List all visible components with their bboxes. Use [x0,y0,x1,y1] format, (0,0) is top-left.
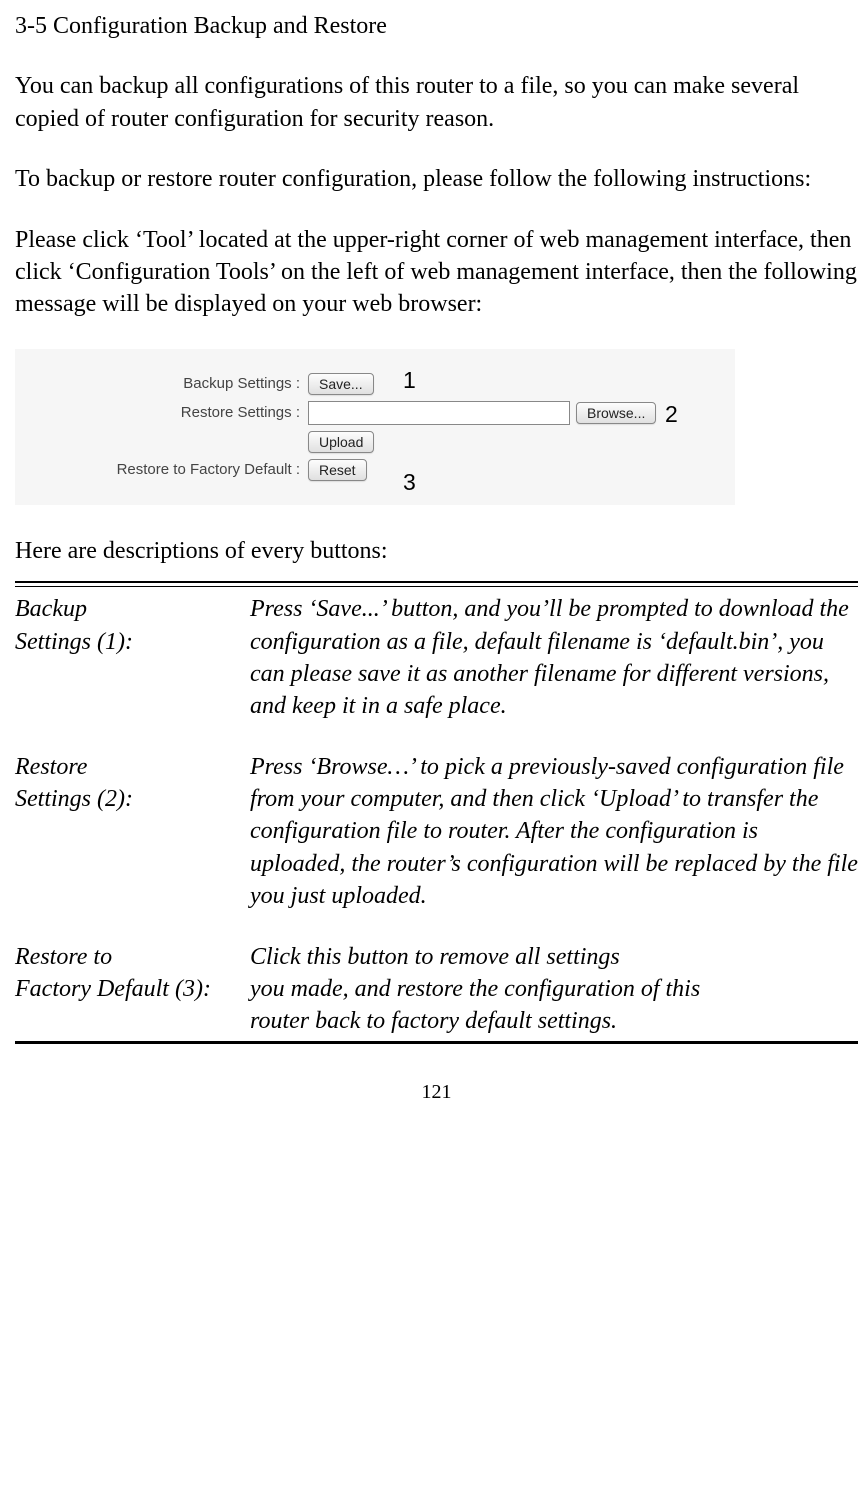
section-title: 3-5 Configuration Backup and Restore [15,10,858,42]
desc-name: Settings (1): [15,629,133,655]
descriptions-table: Backup Settings (1): Press ‘Save...’ but… [15,593,858,1005]
backup-settings-label: Backup Settings : [25,374,308,394]
restore-settings-label: Restore Settings : [25,403,308,423]
factory-default-label: Restore to Factory Default : [25,460,308,480]
callout-3: 3 [403,467,416,498]
reset-button[interactable]: Reset [308,459,367,481]
callout-2: 2 [665,399,678,430]
desc-text: Press ‘Browse…’ to pick a previously-sav… [250,751,858,913]
config-screenshot: Backup Settings : Save... Restore Settin… [15,349,735,505]
paragraph-1: You can backup all configurations of thi… [15,70,858,135]
paragraph-2: To backup or restore router configuratio… [15,163,858,195]
desc-text: you made, and restore the configuration … [250,976,700,1002]
callout-1: 1 [403,365,416,396]
browse-button[interactable]: Browse... [576,402,656,424]
desc-name: Restore to [15,944,112,970]
paragraph-3: Please click ‘Tool’ located at the upper… [15,224,858,321]
descriptions-table-wrapper: Backup Settings (1): Press ‘Save...’ but… [15,581,858,1044]
file-path-input[interactable] [308,401,570,425]
save-button[interactable]: Save... [308,373,374,395]
desc-name: Backup [15,596,87,622]
desc-text: router back to factory default settings. [250,1005,858,1037]
desc-text: Press ‘Save...’ button, and you’ll be pr… [250,593,858,723]
descriptions-intro: Here are descriptions of every buttons: [15,535,858,567]
table-row: Restore Settings (2): Press ‘Browse…’ to… [15,751,858,913]
desc-text: Click this button to remove all settings [250,944,620,970]
page-number: 121 [15,1079,858,1106]
desc-name: Settings (2): [15,786,133,812]
desc-name: Factory Default (3): [15,976,211,1002]
table-row: Restore to Factory Default (3): Click th… [15,941,858,1006]
table-row: Backup Settings (1): Press ‘Save...’ but… [15,593,858,723]
upload-button[interactable]: Upload [308,431,374,453]
desc-name: Restore [15,754,87,780]
